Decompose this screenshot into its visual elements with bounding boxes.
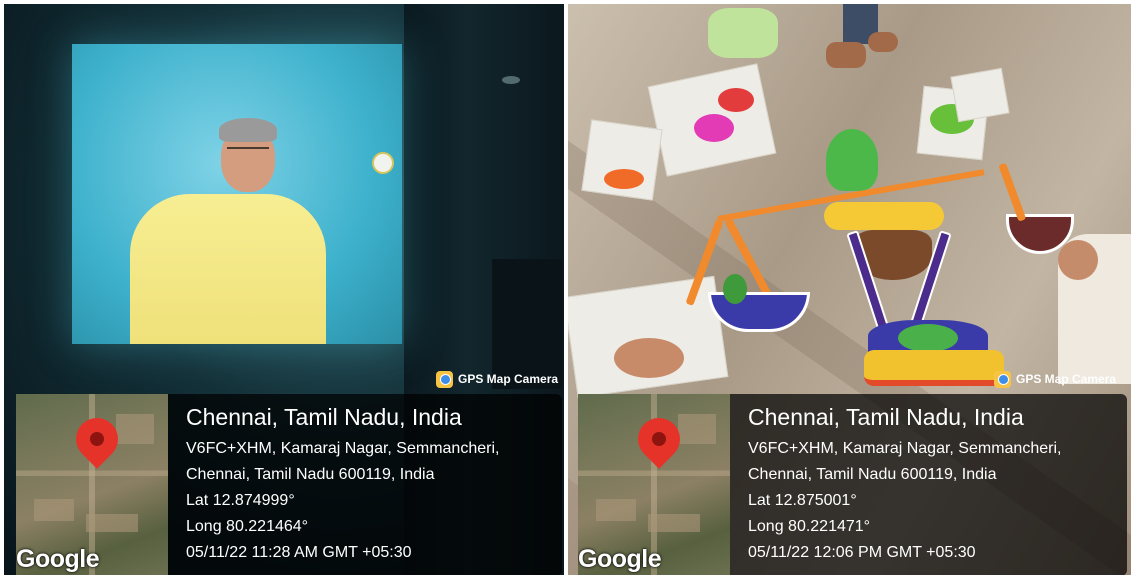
person-foot (868, 32, 898, 52)
gps-badge-label: GPS Map Camera (1016, 372, 1117, 386)
gps-info-overlay: Google Chennai, Tamil Nadu, India V6FC+X… (16, 394, 562, 575)
photo-projection-screen: GPS Map Camera Google Chennai, Tamil Nad… (4, 4, 564, 575)
projection-screen (72, 44, 402, 344)
address-line-2: Chennai, Tamil Nadu 600119, India (186, 466, 435, 483)
latitude: Lat 12.875001° (748, 492, 857, 509)
rangoli-tree (723, 274, 747, 304)
rangoli-green-fill (898, 324, 958, 352)
map-thumbnail: Google (578, 394, 730, 575)
orange-powder (604, 169, 644, 189)
screen-logo-icon (372, 152, 394, 174)
google-logo: Google (16, 545, 100, 573)
google-logo: Google (578, 545, 662, 573)
map-building (116, 414, 154, 444)
gps-badge-label: GPS Map Camera (458, 372, 559, 386)
map-building (34, 499, 74, 521)
ceiling-light (502, 76, 520, 84)
speaker-glasses (227, 147, 269, 157)
map-building (86, 514, 138, 532)
red-powder (718, 88, 754, 112)
location-city: Chennai, Tamil Nadu, India (186, 404, 462, 430)
longitude: Long 80.221464° (186, 518, 309, 535)
person-arm (1058, 240, 1098, 280)
location-details: Chennai, Tamil Nadu, India V6FC+XHM, Kam… (186, 402, 556, 566)
white-paper (950, 67, 1010, 123)
address-line-1: V6FC+XHM, Kamaraj Nagar, Semmancheri, (186, 440, 500, 457)
map-building (648, 514, 700, 532)
newspaper (568, 275, 729, 399)
latitude: Lat 12.874999° (186, 492, 295, 509)
location-details: Chennai, Tamil Nadu, India V6FC+XHM, Kam… (748, 402, 1121, 566)
photo-rangoli-floor: GPS Map Camera Google Chennai, Tamil Nad… (568, 4, 1131, 575)
rangoli-base (864, 350, 1004, 386)
speaker-hair (219, 118, 277, 142)
map-thumbnail: Google (16, 394, 168, 575)
gps-map-camera-badge: GPS Map Camera (436, 369, 558, 389)
map-building (678, 414, 716, 444)
gps-info-overlay: Google Chennai, Tamil Nadu, India V6FC+X… (578, 394, 1127, 575)
longitude: Long 80.221471° (748, 518, 871, 535)
location-city: Chennai, Tamil Nadu, India (748, 404, 1024, 430)
map-building (596, 499, 636, 521)
timestamp: 05/11/22 12:06 PM GMT +05:30 (748, 544, 976, 561)
green-plastic-bag (708, 8, 778, 58)
gps-camera-icon (436, 370, 453, 388)
address-line-1: V6FC+XHM, Kamaraj Nagar, Semmancheri, (748, 440, 1062, 457)
speaker-body (130, 194, 326, 344)
pink-powder (694, 114, 734, 142)
person-foot (826, 42, 866, 68)
address-line-2: Chennai, Tamil Nadu 600119, India (748, 466, 997, 483)
timestamp: 05/11/22 11:28 AM GMT +05:30 (186, 544, 412, 561)
hand (614, 338, 684, 378)
rangoli-leaf (826, 129, 878, 191)
gps-map-camera-badge: GPS Map Camera (994, 369, 1116, 389)
rangoli-top-bowl (824, 202, 944, 230)
gps-camera-icon (994, 370, 1011, 388)
